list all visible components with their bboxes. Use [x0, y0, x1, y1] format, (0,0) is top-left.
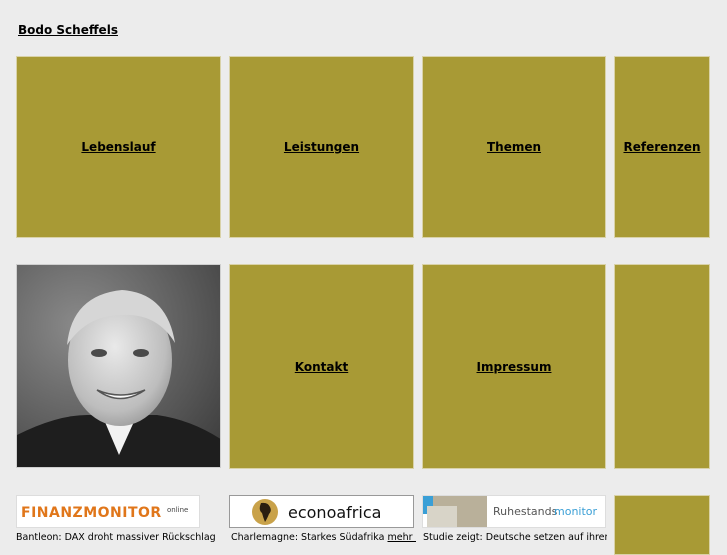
- news-headline-3[interactable]: Studie zeigt: Deutsche setzen auf ihren: [423, 532, 607, 544]
- tile-referenzen[interactable]: Referenzen: [614, 56, 710, 238]
- site-title-link[interactable]: Bodo Scheffels: [18, 23, 118, 37]
- tile-themen[interactable]: Themen: [422, 56, 606, 238]
- tile-impressum[interactable]: Impressum: [422, 264, 606, 469]
- econoafrica-logo[interactable]: econoafrica: [229, 495, 414, 528]
- news-more-link[interactable]: mehr ...: [388, 532, 417, 543]
- tile-empty-bottom: [614, 495, 710, 555]
- news-headline-1[interactable]: Bantleon: DAX droht massiver Rückschlag: [16, 532, 221, 544]
- tile-empty: [614, 264, 710, 469]
- news-headline-2-text: Charlemagne: Starkes Südafrika: [231, 532, 385, 543]
- ruhestand-logo-block-light: [427, 506, 457, 527]
- africa-globe-icon: [252, 499, 278, 525]
- ruhestandsmonitor-logo[interactable]: Ruhestands monitor: [422, 495, 606, 528]
- lebenslauf-link[interactable]: Lebenslauf: [81, 140, 155, 154]
- portrait-photo: [16, 264, 221, 468]
- news-headline-2[interactable]: Charlemagne: Starkes Südafrika mehr ...: [231, 532, 416, 544]
- impressum-link[interactable]: Impressum: [477, 360, 552, 374]
- tile-lebenslauf[interactable]: Lebenslauf: [16, 56, 221, 238]
- kontakt-link[interactable]: Kontakt: [295, 360, 348, 374]
- news-headline-1-text: Bantleon: DAX droht massiver Rückschlag: [16, 532, 216, 543]
- finanzmonitor-logo-suffix: online: [167, 506, 189, 514]
- portrait-image: [17, 265, 220, 467]
- finanzmonitor-logo-text: FINANZMONITOR: [21, 505, 162, 521]
- themen-link[interactable]: Themen: [487, 140, 541, 154]
- ruhestand-logo-text-b: monitor: [554, 505, 598, 518]
- news-headline-3-text: Studie zeigt: Deutsche setzen auf ihren: [423, 532, 607, 543]
- tile-kontakt[interactable]: Kontakt: [229, 264, 414, 469]
- tile-leistungen[interactable]: Leistungen: [229, 56, 414, 238]
- referenzen-link[interactable]: Referenzen: [623, 140, 700, 154]
- leistungen-link[interactable]: Leistungen: [284, 140, 359, 154]
- econoafrica-logo-text: econoafrica: [288, 503, 382, 522]
- finanzmonitor-logo[interactable]: FINANZMONITOR online: [16, 495, 200, 528]
- ruhestand-logo-text-a: Ruhestands: [493, 505, 558, 518]
